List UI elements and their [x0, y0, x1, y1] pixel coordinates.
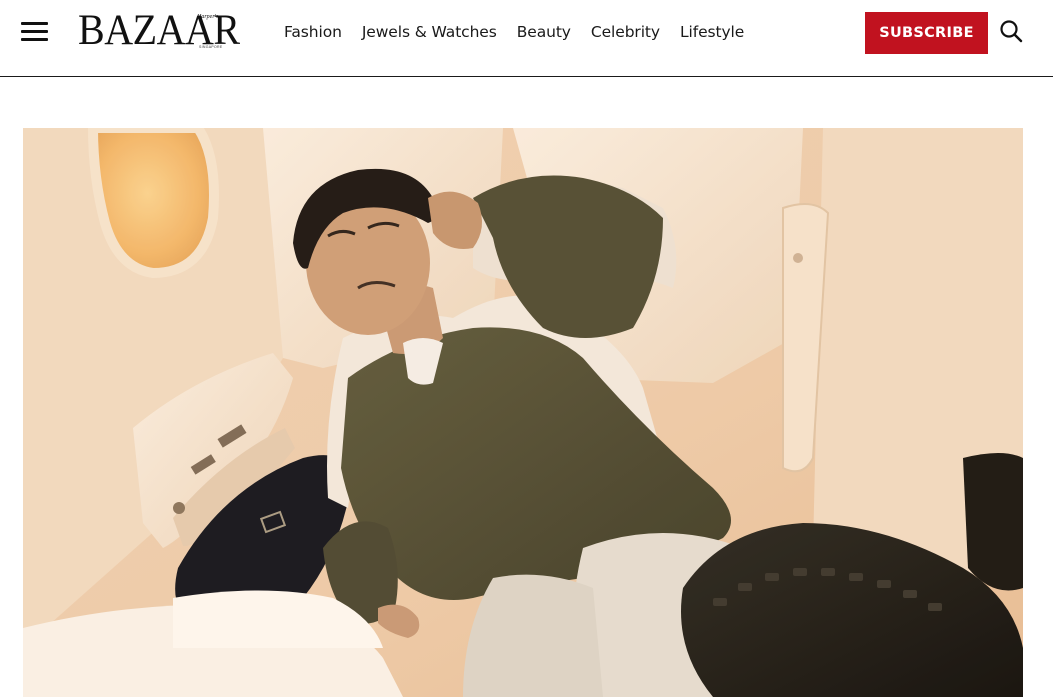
hamburger-menu-icon[interactable]	[21, 18, 49, 44]
main-nav: Fashion Jewels & Watches Beauty Celebrit…	[284, 20, 744, 44]
nav-item-fashion[interactable]: Fashion	[284, 23, 342, 41]
site-header: BAZAAR Harper's SINGAPORE Fashion Jewels…	[0, 0, 1053, 77]
subscribe-button[interactable]: SUBSCRIBE	[865, 12, 988, 54]
nav-item-beauty[interactable]: Beauty	[517, 23, 571, 41]
logo-region: SINGAPORE	[199, 45, 223, 49]
nav-item-jewels-watches[interactable]: Jewels & Watches	[362, 23, 497, 41]
logo-script: Harper's	[197, 14, 219, 20]
hero-image[interactable]	[23, 128, 1023, 697]
search-icon[interactable]	[999, 19, 1023, 43]
nav-item-celebrity[interactable]: Celebrity	[591, 23, 660, 41]
site-logo[interactable]: BAZAAR Harper's SINGAPORE	[78, 9, 240, 53]
nav-item-lifestyle[interactable]: Lifestyle	[680, 23, 744, 41]
